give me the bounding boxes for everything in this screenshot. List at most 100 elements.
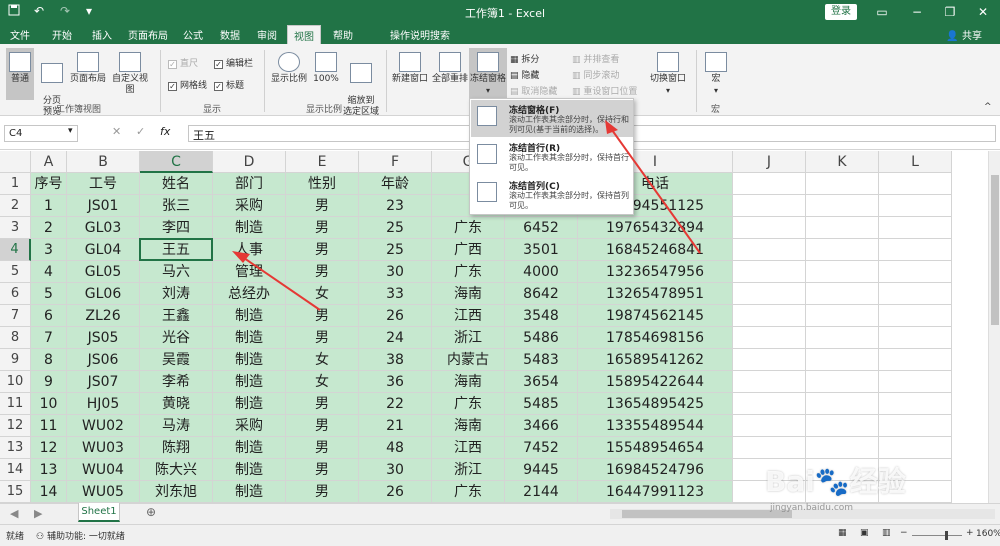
row-header[interactable]: 9 <box>0 349 31 371</box>
custom-view-button[interactable]: 自定义视图 <box>108 52 152 96</box>
headings-checkbox[interactable]: ✓ 标题 <box>214 78 244 91</box>
tab-1[interactable]: 开始 <box>52 27 72 42</box>
cell-c4[interactable]: 王五 <box>140 239 213 261</box>
cell-k1[interactable] <box>806 173 879 195</box>
cell-k4[interactable] <box>806 239 879 261</box>
row-header[interactable]: 14 <box>0 459 31 481</box>
tab-0[interactable]: 文件 <box>10 27 30 42</box>
cell-f10[interactable]: 36 <box>359 371 432 393</box>
column-header-e[interactable]: E <box>286 151 359 173</box>
cell-j7[interactable] <box>733 305 806 327</box>
tab-2[interactable]: 插入 <box>92 27 112 42</box>
select-all-corner[interactable] <box>0 151 31 173</box>
save-icon[interactable] <box>8 4 20 19</box>
cell-e15[interactable]: 男 <box>286 481 359 503</box>
cell-f12[interactable]: 21 <box>359 415 432 437</box>
tab-9[interactable]: 操作说明搜索 <box>390 27 450 42</box>
arrange-all-button[interactable]: 全部重排 <box>431 52 469 85</box>
reset-position-button[interactable]: ▥ 重设窗口位置 <box>572 84 637 97</box>
cell-c9[interactable]: 吴霞 <box>140 349 213 371</box>
column-header-d[interactable]: D <box>213 151 286 173</box>
hide-button[interactable]: ▤ 隐藏 <box>510 68 539 81</box>
cell-d15[interactable]: 制造 <box>213 481 286 503</box>
zoom-to-selection-button[interactable]: 缩放到 选定区域 <box>342 52 380 118</box>
cell-h14[interactable]: 9445 <box>505 459 578 481</box>
cell-i13[interactable]: 15548954654 <box>578 437 733 459</box>
cell-f2[interactable]: 23 <box>359 195 432 217</box>
cell-h8[interactable]: 5486 <box>505 327 578 349</box>
page-break-status-icon[interactable]: ▥ <box>882 528 891 538</box>
cell-d14[interactable]: 制造 <box>213 459 286 481</box>
cell-k11[interactable] <box>806 393 879 415</box>
cell-k8[interactable] <box>806 327 879 349</box>
cell-k12[interactable] <box>806 415 879 437</box>
ribbon-display-options-icon[interactable]: ▭ <box>867 2 897 22</box>
close-icon[interactable]: ✕ <box>968 2 998 22</box>
cell-e13[interactable]: 男 <box>286 437 359 459</box>
cell-d8[interactable]: 制造 <box>213 327 286 349</box>
cell-a6[interactable]: 5 <box>31 283 67 305</box>
column-header-c[interactable]: C <box>140 151 213 173</box>
cell-e6[interactable]: 女 <box>286 283 359 305</box>
ruler-checkbox[interactable]: ✓ 直尺 <box>168 56 198 69</box>
cell-l4[interactable] <box>879 239 952 261</box>
cell-i8[interactable]: 17854698156 <box>578 327 733 349</box>
cell-l8[interactable] <box>879 327 952 349</box>
cell-g13[interactable]: 江西 <box>432 437 505 459</box>
zoom-level[interactable]: 160% <box>976 529 1000 539</box>
cell-b13[interactable]: WU03 <box>67 437 140 459</box>
cell-e8[interactable]: 男 <box>286 327 359 349</box>
cell-b11[interactable]: HJ05 <box>67 393 140 415</box>
row-header[interactable]: 5 <box>0 261 31 283</box>
cell-f8[interactable]: 24 <box>359 327 432 349</box>
cell-g4[interactable]: 广西 <box>432 239 505 261</box>
cell-a10[interactable]: 9 <box>31 371 67 393</box>
row-header[interactable]: 8 <box>0 327 31 349</box>
cell-f9[interactable]: 38 <box>359 349 432 371</box>
tab-5[interactable]: 数据 <box>220 27 240 42</box>
row-header[interactable]: 12 <box>0 415 31 437</box>
cell-a11[interactable]: 10 <box>31 393 67 415</box>
cell-g10[interactable]: 海南 <box>432 371 505 393</box>
cell-g7[interactable]: 江西 <box>432 305 505 327</box>
cell-h3[interactable]: 6452 <box>505 217 578 239</box>
vertical-scrollbar[interactable] <box>988 151 1000 503</box>
freeze-panes-button[interactable]: 冻结窗格 ▾ <box>469 48 507 100</box>
cell-d5[interactable]: 管理 <box>213 261 286 283</box>
cell-d13[interactable]: 制造 <box>213 437 286 459</box>
row-header[interactable]: 2 <box>0 195 31 217</box>
cell-f15[interactable]: 26 <box>359 481 432 503</box>
cell-j10[interactable] <box>733 371 806 393</box>
cell-d4[interactable]: 人事 <box>213 239 286 261</box>
cell-j11[interactable] <box>733 393 806 415</box>
normal-view-button[interactable]: 普通 <box>6 48 34 100</box>
cell-e11[interactable]: 男 <box>286 393 359 415</box>
cell-j12[interactable] <box>733 415 806 437</box>
cell-l5[interactable] <box>879 261 952 283</box>
cell-g3[interactable]: 广东 <box>432 217 505 239</box>
cell-e2[interactable]: 男 <box>286 195 359 217</box>
cell-h9[interactable]: 5483 <box>505 349 578 371</box>
cell-b4[interactable]: GL04 <box>67 239 140 261</box>
column-header-a[interactable]: A <box>31 151 67 173</box>
cell-g12[interactable]: 海南 <box>432 415 505 437</box>
cell-j3[interactable] <box>733 217 806 239</box>
row-header[interactable]: 4 <box>0 239 31 261</box>
cell-i4[interactable]: 16845246841 <box>578 239 733 261</box>
row-header[interactable]: 3 <box>0 217 31 239</box>
enter-icon[interactable]: ✓ <box>136 125 145 138</box>
cell-c3[interactable]: 李四 <box>140 217 213 239</box>
scroll-right-icon[interactable]: ▶ <box>34 507 42 520</box>
redo-icon[interactable]: ↷ <box>60 4 70 18</box>
zoom-slider-thumb[interactable] <box>945 531 948 540</box>
cell-j5[interactable] <box>733 261 806 283</box>
cell-b7[interactable]: ZL26 <box>67 305 140 327</box>
cell-e7[interactable]: 男 <box>286 305 359 327</box>
cell-f4[interactable]: 25 <box>359 239 432 261</box>
page-layout-view-button[interactable]: 页面布局 <box>70 52 106 85</box>
cell-l2[interactable] <box>879 195 952 217</box>
cell-l3[interactable] <box>879 217 952 239</box>
split-button[interactable]: ▦ 拆分 <box>510 52 539 65</box>
cell-d12[interactable]: 采购 <box>213 415 286 437</box>
cell-i12[interactable]: 13355489544 <box>578 415 733 437</box>
